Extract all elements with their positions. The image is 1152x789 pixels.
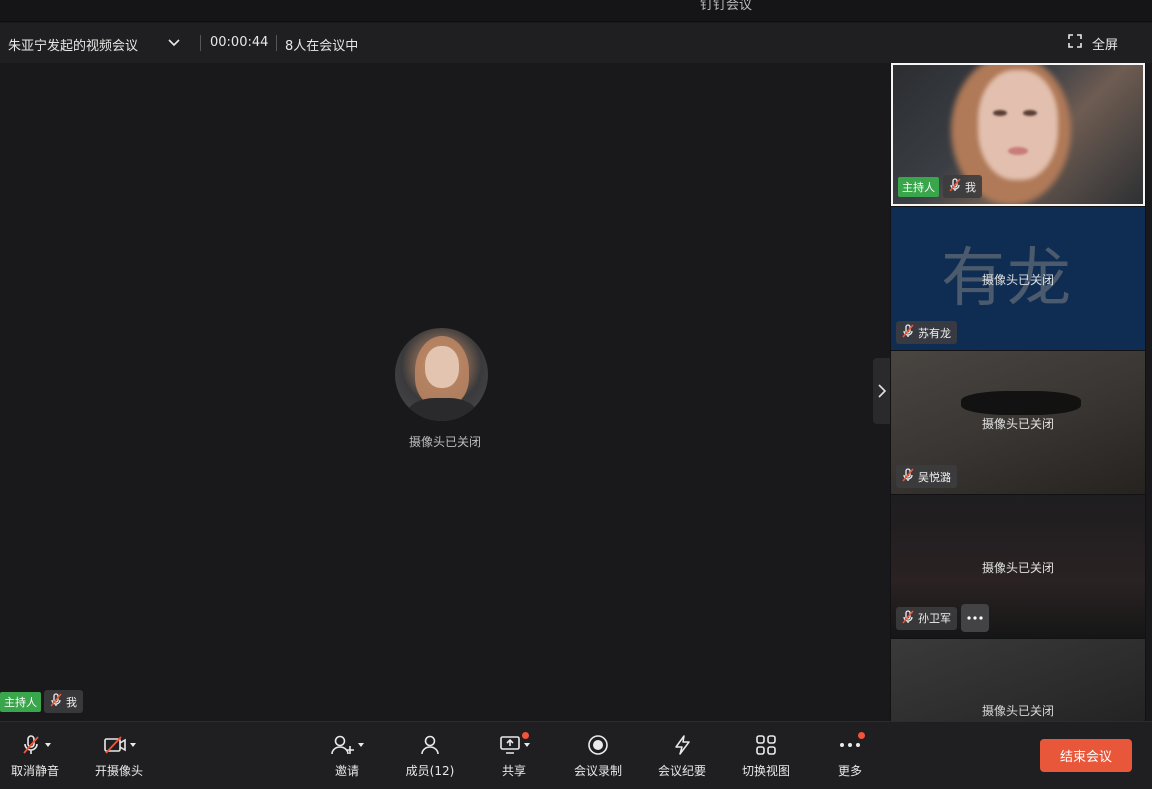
unmute-label: 取消静音 bbox=[10, 764, 59, 778]
participant-name: 苏有龙 bbox=[918, 326, 951, 340]
notification-dot bbox=[522, 732, 529, 739]
mic-muted-icon bbox=[900, 609, 916, 628]
more-icon bbox=[840, 743, 860, 747]
self-name: 我 bbox=[66, 695, 77, 709]
host-badge: 主持人 bbox=[898, 176, 939, 197]
grid-view-icon bbox=[756, 735, 776, 755]
more-label: 更多 bbox=[837, 764, 862, 778]
more-button[interactable]: 更多 bbox=[815, 732, 885, 782]
fullscreen-icon bbox=[1068, 34, 1082, 52]
participant-tile[interactable]: 摄像头已关闭 孙卫军 bbox=[891, 495, 1145, 638]
participant-name: 我 bbox=[965, 180, 976, 194]
divider bbox=[276, 35, 277, 51]
title-bar: 钉钉会议 bbox=[0, 0, 1152, 22]
screen-share-icon bbox=[499, 736, 520, 754]
participant-tile[interactable]: 摄像头已关闭 吴悦潞 bbox=[891, 351, 1145, 494]
camera-off-label: 摄像头已关闭 bbox=[981, 273, 1054, 287]
camera-on-label: 开摄像头 bbox=[94, 764, 143, 778]
caret-down-icon bbox=[523, 743, 530, 747]
tile-name-tag: 苏有龙 bbox=[896, 321, 957, 344]
more-icon bbox=[967, 616, 983, 620]
fullscreen-label: 全屏 bbox=[1092, 37, 1119, 53]
share-button[interactable]: 共享 bbox=[479, 732, 549, 782]
camera-on-button[interactable]: 开摄像头 bbox=[84, 732, 154, 782]
divider bbox=[200, 35, 201, 51]
members-button[interactable]: 成员(12) bbox=[395, 732, 465, 782]
share-label: 共享 bbox=[501, 764, 526, 778]
mic-muted-icon bbox=[22, 735, 39, 754]
camera-off-label: 摄像头已关闭 bbox=[981, 417, 1054, 431]
caret-down-icon bbox=[357, 743, 364, 747]
chevron-right-icon bbox=[878, 384, 887, 398]
tile-name-tag: 吴悦潞 bbox=[896, 465, 957, 488]
meeting-info-bar: 朱亚宁发起的视频会议 00:00:44 8人在会议中 全屏 bbox=[0, 23, 1152, 63]
invite-label: 邀请 bbox=[334, 764, 359, 778]
main-video-stage: 摄像头已关闭 主持人 我 bbox=[0, 63, 890, 721]
avatar bbox=[395, 328, 488, 421]
mic-muted-icon bbox=[947, 177, 963, 196]
meeting-window: 钉钉会议 朱亚宁发起的视频会议 00:00:44 8人在会议中 全屏 摄像头已关… bbox=[0, 0, 1152, 789]
minutes-button[interactable]: 会议纪要 bbox=[647, 732, 717, 782]
camera-off-label: 摄像头已关闭 bbox=[981, 704, 1054, 718]
participant-tile-self[interactable]: 主持人 我 bbox=[891, 63, 1145, 206]
end-meeting-button[interactable]: 结束会议 bbox=[1040, 739, 1132, 772]
caret-down-icon bbox=[44, 743, 51, 747]
chevron-down-icon[interactable] bbox=[166, 35, 182, 51]
participant-tile[interactable]: 摄像头已关闭 bbox=[891, 639, 1145, 721]
collapse-panel-button[interactable] bbox=[873, 358, 890, 424]
host-badge: 主持人 bbox=[0, 691, 41, 712]
members-label: 成员(12) bbox=[405, 764, 455, 778]
mic-muted-icon bbox=[48, 692, 64, 711]
invite-button[interactable]: 邀请 bbox=[312, 732, 382, 782]
meeting-title: 朱亚宁发起的视频会议 bbox=[8, 39, 139, 54]
mic-muted-icon bbox=[900, 467, 916, 486]
ai-minutes-icon bbox=[675, 735, 690, 755]
switch-view-button[interactable]: 切换视图 bbox=[731, 732, 801, 782]
record-button[interactable]: 会议录制 bbox=[563, 732, 633, 782]
record-icon bbox=[588, 735, 608, 755]
participant-name: 孙卫军 bbox=[918, 612, 951, 625]
add-user-icon bbox=[330, 735, 354, 755]
tile-name-tag: 孙卫军 bbox=[896, 606, 957, 630]
members-icon bbox=[421, 735, 439, 755]
caret-down-icon bbox=[129, 743, 136, 747]
tile-name-tag: 主持人 我 bbox=[898, 175, 982, 198]
unmute-button[interactable]: 取消静音 bbox=[0, 732, 70, 782]
camera-off-label: 摄像头已关闭 bbox=[408, 435, 481, 449]
participant-name: 吴悦潞 bbox=[918, 470, 951, 484]
participant-panel: 主持人 我 有龙 摄像头已关闭 苏有龙 摄像头已关闭 吴悦潞 摄像头已关闭 孙卫… bbox=[890, 63, 1146, 721]
mic-muted-icon bbox=[900, 323, 916, 342]
window-title: 钉钉会议 bbox=[700, 0, 753, 13]
speaker-tag: 主持人 我 bbox=[0, 690, 83, 713]
minutes-label: 会议纪要 bbox=[657, 764, 706, 778]
meeting-toolbar: 取消静音 开摄像头 邀请 成员(12) 共享 会议录制 会议纪要 切换视图 更多… bbox=[0, 721, 1152, 789]
notification-dot bbox=[858, 732, 865, 739]
participant-count: 8人在会议中 bbox=[285, 39, 359, 54]
tile-more-button[interactable] bbox=[961, 604, 989, 632]
camera-off-icon bbox=[103, 736, 126, 754]
meeting-timer: 00:00:44 bbox=[210, 35, 269, 50]
participant-tile[interactable]: 有龙 摄像头已关闭 苏有龙 bbox=[891, 207, 1145, 350]
fullscreen-button[interactable]: 全屏 bbox=[1068, 34, 1119, 53]
record-label: 会议录制 bbox=[573, 764, 622, 778]
self-name-tag: 我 bbox=[44, 690, 83, 713]
switch-view-label: 切换视图 bbox=[741, 764, 790, 778]
camera-off-label: 摄像头已关闭 bbox=[981, 561, 1054, 575]
